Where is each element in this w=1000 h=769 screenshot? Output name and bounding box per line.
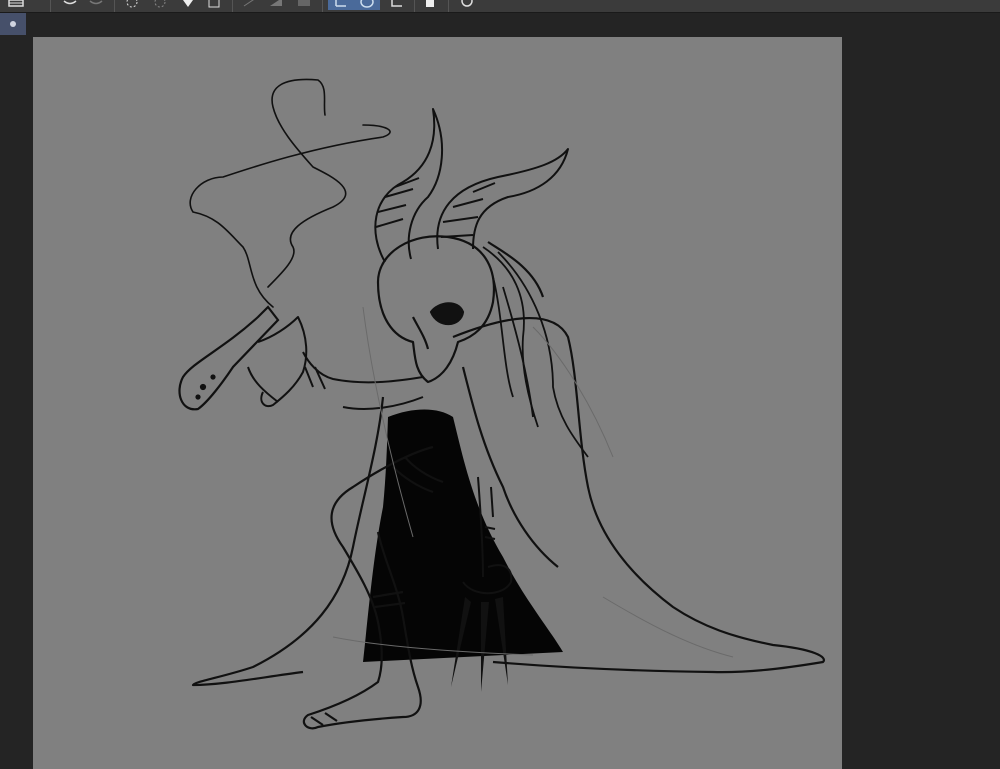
crop-icon[interactable]	[386, 0, 406, 10]
sketch-artwork	[178, 78, 826, 730]
transform-icon[interactable]	[204, 0, 224, 10]
ellipse-select-icon[interactable]	[354, 0, 380, 10]
device-icon[interactable]	[420, 0, 440, 10]
toolbar-divider	[114, 0, 115, 12]
lasso-icon[interactable]	[328, 0, 354, 10]
drawing-canvas[interactable]	[33, 37, 842, 769]
selection-icon[interactable]	[294, 0, 314, 10]
workspace	[0, 35, 1000, 769]
toolbar-divider	[322, 0, 323, 12]
fill-icon[interactable]	[150, 0, 170, 10]
redo-icon[interactable]	[86, 0, 106, 10]
speech-icon[interactable]	[456, 0, 476, 10]
toolbar-divider	[232, 0, 233, 12]
undo-icon[interactable]	[60, 0, 80, 10]
clear-icon[interactable]	[122, 0, 142, 10]
tab-modified-dot	[10, 21, 16, 27]
canvas-tab-strip	[0, 13, 1000, 35]
toolbar-divider	[414, 0, 415, 12]
canvas-tab[interactable]	[0, 13, 26, 35]
toolbar-divider	[50, 0, 51, 12]
color-icon[interactable]	[178, 0, 198, 10]
ruler-icon[interactable]	[240, 0, 260, 10]
layer-icon[interactable]	[6, 0, 26, 10]
toolbar	[0, 0, 1000, 13]
gradient-icon[interactable]	[266, 0, 286, 10]
toolbar-divider	[448, 0, 449, 12]
